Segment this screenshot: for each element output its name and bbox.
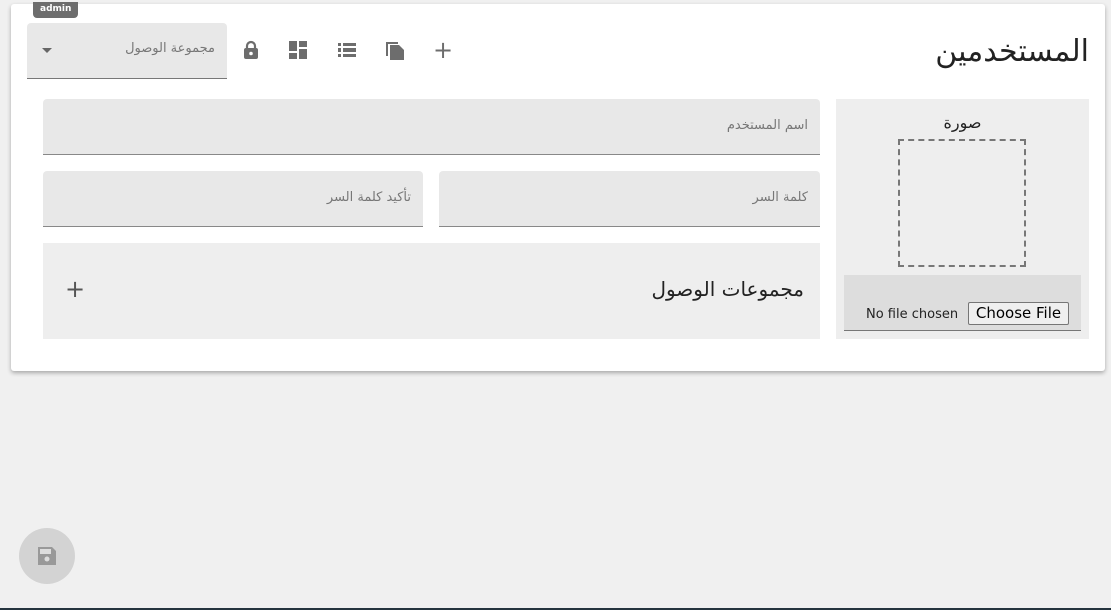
user-form-card: admin المستخدمين مجموعة الوصول + اسم الم… bbox=[11, 2, 1105, 371]
add-icon[interactable]: + bbox=[433, 36, 453, 64]
save-icon bbox=[38, 547, 56, 565]
photo-preview[interactable] bbox=[898, 139, 1026, 267]
confirm-password-placeholder: تأكيد كلمة السر bbox=[326, 190, 411, 205]
dashboard-icon[interactable] bbox=[288, 40, 308, 60]
access-groups-label: مجموعات الوصول bbox=[651, 277, 804, 301]
choose-file-button[interactable]: Choose File bbox=[968, 302, 1069, 325]
save-button[interactable] bbox=[19, 528, 75, 584]
add-access-group-button[interactable]: + bbox=[65, 275, 85, 303]
page-title: المستخدمين bbox=[935, 34, 1089, 69]
confirm-password-field[interactable]: تأكيد كلمة السر bbox=[43, 171, 423, 227]
dropdown-arrow-icon bbox=[42, 48, 52, 53]
username-field[interactable]: اسم المستخدم bbox=[43, 99, 820, 155]
password-field[interactable]: كلمة السر bbox=[439, 171, 820, 227]
photo-panel: صورة No file chosen Choose File bbox=[836, 99, 1089, 339]
user-badge: admin bbox=[33, 2, 79, 18]
photo-label: صورة bbox=[943, 113, 982, 132]
file-input[interactable]: No file chosen Choose File bbox=[844, 275, 1081, 331]
password-placeholder: كلمة السر bbox=[752, 190, 808, 205]
access-group-select-value: مجموعة الوصول bbox=[125, 41, 215, 56]
no-file-text: No file chosen bbox=[866, 307, 959, 322]
access-groups-panel: مجموعات الوصول + bbox=[43, 243, 820, 339]
username-placeholder: اسم المستخدم bbox=[726, 118, 808, 133]
copy-icon[interactable] bbox=[385, 40, 405, 60]
list-icon[interactable] bbox=[337, 40, 357, 60]
lock-icon[interactable] bbox=[241, 40, 261, 60]
access-group-select[interactable]: مجموعة الوصول bbox=[27, 23, 227, 79]
